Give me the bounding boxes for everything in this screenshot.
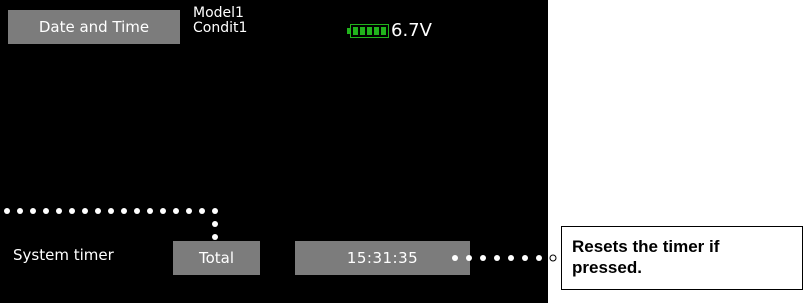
battery-cell [381, 27, 386, 35]
right-leader-dots-off-screen [549, 254, 557, 262]
battery-cell [360, 27, 365, 35]
transmitter-screen: Date and Time Model1 Condit1 6.7V System… [0, 0, 548, 303]
battery-cell [353, 27, 358, 35]
system-timer-reset-button[interactable]: 15:31:35 [295, 241, 470, 275]
battery-voltage: 6.7V [391, 20, 432, 41]
battery-cell [367, 27, 372, 35]
system-timer-label: System timer [13, 246, 114, 264]
callout-note: Resets the timer if pressed. [561, 226, 803, 290]
battery-body [350, 24, 389, 38]
battery-icon [347, 24, 389, 38]
model-info: Model1 Condit1 [193, 6, 247, 36]
condition-name: Condit1 [193, 20, 248, 36]
model-name: Model1 [193, 5, 244, 21]
screen-title: Date and Time [8, 10, 180, 44]
battery-cell [374, 27, 379, 35]
timer-mode-button[interactable]: Total [173, 241, 260, 275]
leader-dot [549, 254, 557, 262]
